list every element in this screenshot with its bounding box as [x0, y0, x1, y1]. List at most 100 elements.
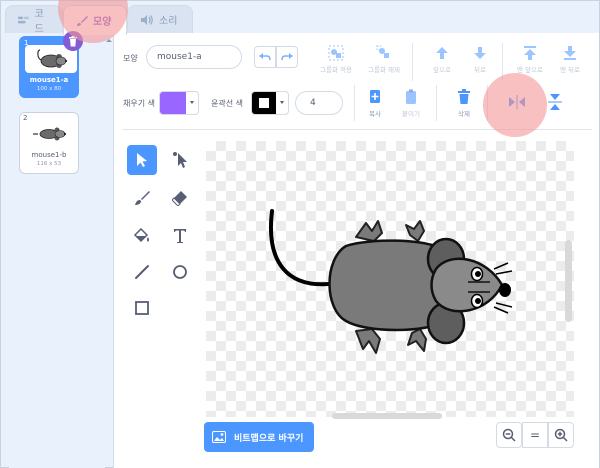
backward-label: 뒤로 — [474, 66, 486, 74]
brush-icon — [135, 191, 150, 205]
backward-button[interactable]: 뒤로 — [460, 45, 500, 74]
brush-tool[interactable] — [127, 183, 157, 213]
zoom-reset-label: = — [529, 428, 541, 442]
flip-horizontal-button[interactable] — [506, 91, 528, 113]
mouse-costume-drawing — [269, 209, 513, 354]
flip-horizontal-icon — [509, 95, 525, 109]
text-tool[interactable] — [165, 221, 195, 251]
arrow-pointer-icon — [137, 153, 147, 167]
speaker-icon — [141, 14, 153, 25]
delete-button[interactable]: 삭제 — [444, 89, 484, 118]
costume-size: 100 x 80 — [36, 86, 62, 92]
tab-code-label: 코드 — [34, 8, 44, 35]
tab-sounds-label: 소리 — [159, 16, 178, 27]
image-icon — [212, 431, 226, 443]
chevron-down-icon — [190, 101, 194, 104]
undo-icon — [259, 53, 271, 61]
convert-to-bitmap-label: 비트맵으로 바꾸기 — [234, 433, 304, 444]
costume-name-label: 모양 — [123, 54, 138, 63]
tab-code[interactable]: 코드 — [5, 5, 63, 35]
flip-vertical-button[interactable] — [544, 91, 566, 113]
arrow-bottom-icon — [564, 46, 576, 60]
forward-button[interactable]: 앞으로 — [422, 45, 462, 74]
delete-costume-button[interactable] — [63, 31, 83, 51]
trash-icon — [458, 89, 470, 104]
group-label: 그룹화 적용 — [320, 66, 352, 74]
text-icon — [174, 229, 186, 243]
costume-list: 1 mouse1-a 100 x 80 2 mouse1-b 116 x 53 — [9, 33, 105, 468]
stroke-color-label: 윤곽선 색 — [211, 99, 243, 108]
costume-thumbnail — [24, 120, 76, 148]
zoom-in-icon — [554, 428, 568, 442]
undo-button[interactable] — [254, 46, 276, 68]
back-button[interactable]: 맨 뒤로 — [550, 45, 590, 74]
scroll-up-icon — [106, 39, 112, 42]
stroke-width-input[interactable]: 4 — [295, 91, 343, 115]
redo-icon — [281, 53, 293, 61]
group-icon — [328, 45, 344, 61]
circle-tool[interactable] — [165, 257, 195, 287]
paste-label: 붙이기 — [402, 110, 420, 118]
toolbar-divider — [502, 43, 503, 81]
trash-icon — [69, 35, 77, 46]
chevron-down-icon — [280, 101, 284, 104]
costume-name-input[interactable]: mouse1-a — [146, 45, 242, 69]
select-tool[interactable] — [127, 145, 157, 175]
eraser-tool[interactable] — [165, 183, 195, 213]
fill-color-label: 채우기 색 — [123, 99, 155, 108]
costume-name: mouse1-a — [29, 76, 69, 84]
arrow-down-icon — [474, 47, 486, 59]
sidebar-scrollbar[interactable] — [105, 33, 113, 468]
brush-icon — [77, 15, 88, 26]
toolbar-separator — [122, 129, 592, 130]
ungroup-icon — [376, 45, 389, 58]
costume-item[interactable]: 2 mouse1-b 116 x 53 — [19, 112, 79, 174]
canvas-horizontal-scrollbar[interactable] — [332, 413, 442, 419]
line-tool[interactable] — [127, 257, 157, 287]
toolbar-divider — [436, 85, 437, 121]
convert-to-bitmap-button[interactable]: 비트맵으로 바꾸기 — [204, 422, 314, 452]
redo-button[interactable] — [276, 46, 298, 68]
tab-sounds[interactable]: 소리 — [127, 5, 193, 33]
eraser-icon — [172, 191, 187, 206]
rectangle-tool[interactable] — [127, 293, 157, 323]
line-icon — [135, 265, 149, 279]
arrow-up-icon — [436, 47, 448, 59]
paint-bucket-icon — [133, 228, 149, 243]
editor-window: 코드 모양 소리 1 mouse1-a 100 x 80 2 mouse1-b … — [0, 0, 600, 468]
delete-label: 삭제 — [458, 110, 470, 118]
front-label: 맨 앞으로 — [517, 66, 543, 74]
drawing-canvas[interactable] — [206, 141, 574, 417]
arrow-top-icon — [524, 46, 536, 60]
toolbar-divider — [487, 85, 488, 121]
circle-icon — [173, 265, 187, 279]
toolbar-divider — [412, 43, 413, 81]
front-button[interactable]: 맨 앞으로 — [510, 45, 550, 74]
group-button[interactable]: 그룹화 적용 — [316, 45, 356, 74]
canvas-vertical-scrollbar[interactable] — [565, 240, 572, 322]
forward-label: 앞으로 — [433, 66, 451, 74]
zoom-reset-button[interactable]: = — [522, 422, 548, 448]
copy-button[interactable]: 복사 — [355, 89, 395, 118]
fill-color-swatch — [160, 92, 186, 114]
zoom-in-button[interactable] — [548, 422, 574, 448]
costume-size: 116 x 53 — [36, 161, 62, 167]
tab-costumes-label: 모양 — [93, 17, 112, 28]
copy-label: 복사 — [369, 110, 381, 118]
reshape-tool[interactable] — [165, 145, 195, 175]
paint-editor: 모양 mouse1-a 그룹화 적용 그룹화 해제 앞으로 뒤로 맨 앞으로 맨… — [113, 33, 599, 468]
fill-tool[interactable] — [127, 221, 157, 251]
stroke-color-swatch — [252, 92, 276, 114]
copy-icon — [370, 90, 380, 103]
paste-button[interactable]: 붙이기 — [391, 89, 431, 118]
costume-name: mouse1-b — [31, 151, 67, 159]
ungroup-button[interactable]: 그룹화 해제 — [364, 45, 404, 74]
paste-icon — [406, 89, 416, 104]
ungroup-label: 그룹화 해제 — [368, 66, 400, 74]
fill-color-picker[interactable] — [159, 91, 199, 115]
flip-vertical-icon — [548, 94, 562, 110]
zoom-out-button[interactable] — [496, 422, 522, 448]
reshape-icon — [173, 152, 187, 168]
code-icon — [18, 16, 29, 23]
stroke-color-picker[interactable] — [251, 91, 289, 115]
